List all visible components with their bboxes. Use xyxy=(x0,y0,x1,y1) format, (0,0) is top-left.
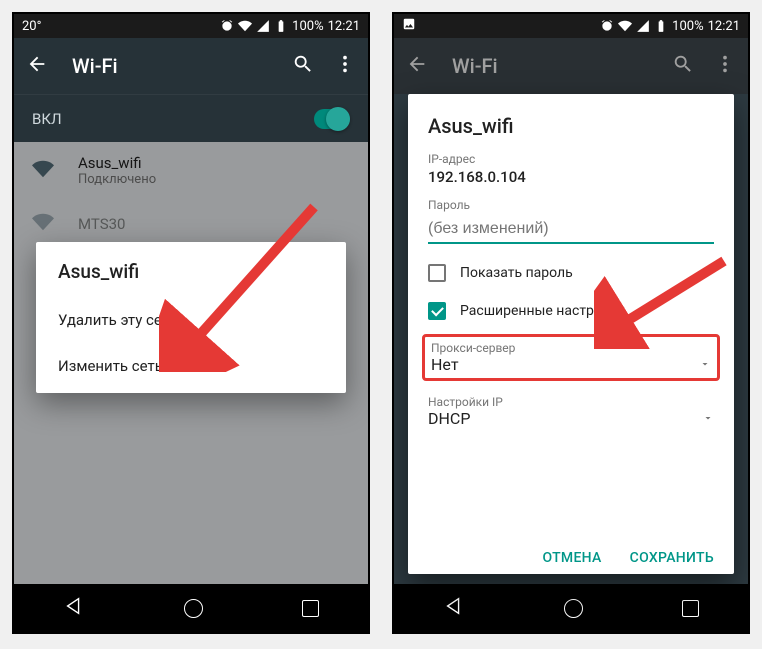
ip-settings-value: DHCP xyxy=(428,409,470,428)
ip-address-label: IP-адрес xyxy=(428,152,714,166)
overflow-button[interactable] xyxy=(334,53,356,79)
image-icon xyxy=(402,17,416,31)
content-area: Asus_wifi Подключено MTS30 Asus_wifi Уда… xyxy=(14,142,368,584)
battery-icon xyxy=(274,19,288,33)
nav-back-button[interactable] xyxy=(63,595,85,621)
battery-icon xyxy=(654,19,668,33)
cell-signal-icon xyxy=(256,19,270,33)
phone-right: 100% 12:21 Wi-Fi Asus_wifi IP-адрес 192.… xyxy=(392,12,750,634)
back-button[interactable] xyxy=(26,53,48,79)
advanced-settings-row[interactable]: Расширенные настройки xyxy=(428,302,714,320)
page-title: Wi-Fi xyxy=(72,54,272,78)
save-button[interactable]: СОХРАНИТЬ xyxy=(630,550,714,566)
status-battery-pct: 100% xyxy=(292,19,323,34)
app-bar: Wi-Fi xyxy=(14,38,368,94)
search-icon xyxy=(672,53,694,75)
wifi-signal-icon xyxy=(238,19,252,33)
status-time: 12:21 xyxy=(328,19,360,34)
proxy-dropdown[interactable]: Прокси-сервер Нет xyxy=(422,334,720,381)
dialog-title: Asus_wifi xyxy=(428,114,714,138)
password-label: Пароль xyxy=(428,198,714,212)
nav-recent-button[interactable] xyxy=(682,600,699,617)
more-vert-icon xyxy=(334,53,356,75)
checkbox-unchecked-icon xyxy=(428,264,446,282)
app-bar: Wi-Fi xyxy=(394,38,748,94)
wifi-toggle-row[interactable]: ВКЛ xyxy=(14,94,368,142)
nav-bar xyxy=(394,584,748,632)
proxy-value: Нет xyxy=(431,355,459,374)
phone-left: 20° 100% 12:21 Wi-Fi ВКЛ xyxy=(12,12,370,634)
content-area: Asus_wifi IP-адрес 192.168.0.104 Пароль … xyxy=(394,94,748,584)
more-vert-icon xyxy=(714,53,736,75)
ip-address-value: 192.168.0.104 xyxy=(428,168,714,186)
search-button[interactable] xyxy=(292,53,314,79)
wifi-switch[interactable] xyxy=(314,109,350,129)
edit-network-dialog: Asus_wifi IP-адрес 192.168.0.104 Пароль … xyxy=(408,94,734,574)
alarm-icon xyxy=(220,19,234,33)
status-time: 12:21 xyxy=(708,19,740,34)
network-context-menu: Asus_wifi Удалить эту сеть Изменить сеть xyxy=(36,242,346,393)
wifi-toggle-label: ВКЛ xyxy=(32,110,62,128)
nav-bar xyxy=(14,584,368,632)
status-battery-pct: 100% xyxy=(672,19,703,34)
show-password-label: Показать пароль xyxy=(460,265,573,281)
search-icon xyxy=(292,53,314,75)
page-title: Wi-Fi xyxy=(452,54,652,78)
cell-signal-icon xyxy=(636,19,650,33)
cancel-button[interactable]: ОТМЕНА xyxy=(542,550,601,566)
arrow-back-icon xyxy=(26,53,48,75)
show-password-row[interactable]: Показать пароль xyxy=(428,264,714,282)
ip-settings-dropdown[interactable]: Настройки IP DHCP xyxy=(428,395,714,428)
context-menu-title: Asus_wifi xyxy=(36,260,346,297)
status-temperature: 20° xyxy=(22,19,41,34)
search-button[interactable] xyxy=(672,53,694,79)
alarm-icon xyxy=(600,19,614,33)
chevron-down-icon xyxy=(702,409,714,428)
overflow-button[interactable] xyxy=(714,53,736,79)
nav-home-button[interactable] xyxy=(184,599,203,618)
nav-recent-button[interactable] xyxy=(302,600,319,617)
password-input[interactable] xyxy=(428,214,714,244)
status-bar: 100% 12:21 xyxy=(394,14,748,38)
modify-network-item[interactable]: Изменить сеть xyxy=(36,343,346,389)
ip-settings-label: Настройки IP xyxy=(428,395,714,409)
advanced-settings-label: Расширенные настройки xyxy=(460,303,626,319)
checkbox-checked-icon xyxy=(428,302,446,320)
proxy-label: Прокси-сервер xyxy=(431,341,711,355)
chevron-down-icon xyxy=(699,355,711,374)
arrow-back-icon xyxy=(406,53,428,75)
nav-home-button[interactable] xyxy=(564,599,583,618)
back-button[interactable] xyxy=(406,53,428,79)
delete-network-item[interactable]: Удалить эту сеть xyxy=(36,297,346,343)
wifi-signal-icon xyxy=(618,19,632,33)
nav-back-button[interactable] xyxy=(443,595,465,621)
status-bar: 20° 100% 12:21 xyxy=(14,14,368,38)
